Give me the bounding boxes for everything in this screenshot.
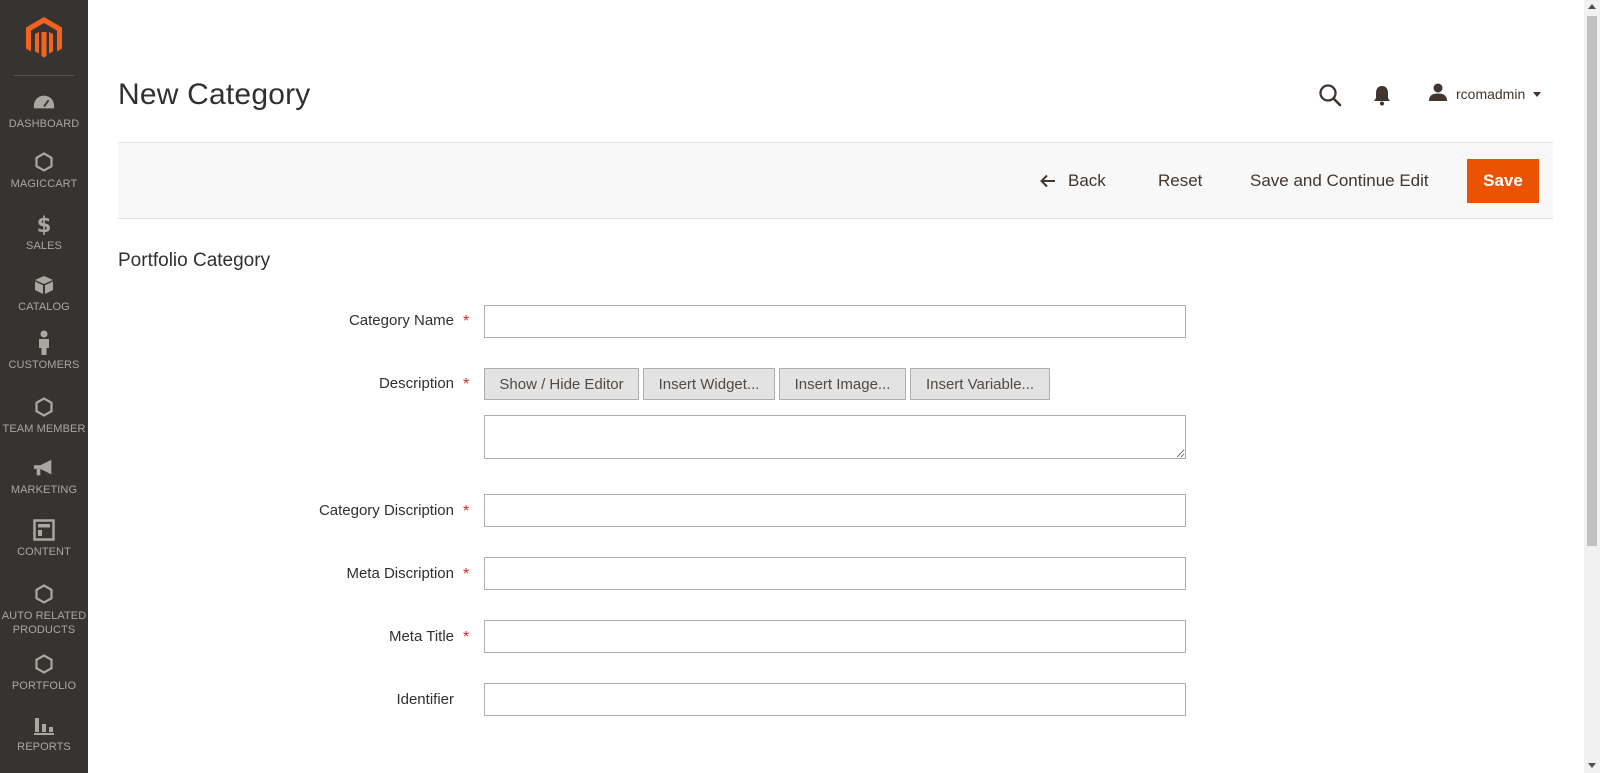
insert-variable-button[interactable]: Insert Variable... bbox=[910, 368, 1050, 400]
sidebar-item-content[interactable]: CONTENT bbox=[0, 519, 88, 559]
required-marker: * bbox=[463, 629, 470, 646]
hexagon-icon bbox=[33, 151, 55, 173]
page-actions-bar: Back Reset Save and Continue Edit Save bbox=[118, 142, 1553, 219]
required-marker: * bbox=[463, 566, 470, 583]
meta-description-label: Meta Discription bbox=[346, 565, 454, 582]
search-icon[interactable] bbox=[1318, 83, 1342, 107]
dollar-icon: $ bbox=[33, 213, 55, 235]
username-label: rcomadmin bbox=[1456, 86, 1526, 102]
required-marker: * bbox=[463, 313, 470, 330]
sidebar-item-marketing[interactable]: MARKETING bbox=[0, 457, 88, 497]
sidebar-item-label: DASHBOARD bbox=[8, 118, 80, 130]
identifier-input[interactable] bbox=[484, 683, 1186, 716]
meta-title-input[interactable] bbox=[484, 620, 1186, 653]
sidebar-item-label: AUTO RELATED PRODUCTS bbox=[1, 610, 87, 636]
description-label: Description bbox=[378, 375, 454, 392]
scroll-down-arrow-icon[interactable] bbox=[1588, 763, 1596, 768]
show-hide-editor-button[interactable]: Show / Hide Editor bbox=[484, 368, 639, 400]
save-and-continue-button[interactable]: Save and Continue Edit bbox=[1250, 159, 1429, 203]
sidebar-item-auto-related-products[interactable]: AUTO RELATED PRODUCTS bbox=[0, 583, 88, 637]
category-description-label: Category Discription bbox=[318, 502, 454, 519]
layout-icon bbox=[33, 519, 55, 541]
sidebar-item-customers[interactable]: CUSTOMERS bbox=[0, 330, 88, 372]
category-name-input[interactable] bbox=[484, 305, 1186, 338]
sidebar-item-reports[interactable]: REPORTS bbox=[0, 714, 88, 754]
sidebar-item-catalog[interactable]: CATALOG bbox=[0, 274, 88, 314]
sidebar-item-label: MAGICCART bbox=[10, 178, 78, 190]
hexagon-icon bbox=[33, 653, 55, 675]
meta-description-input[interactable] bbox=[484, 557, 1186, 590]
svg-text:$: $ bbox=[37, 213, 52, 235]
user-menu[interactable]: rcomadmin bbox=[1428, 82, 1542, 107]
sidebar-item-label: MARKETING bbox=[10, 484, 78, 496]
category-description-input[interactable] bbox=[484, 494, 1186, 527]
hexagon-icon bbox=[33, 583, 55, 605]
back-button-label: Back bbox=[1068, 171, 1106, 190]
sidebar-item-label: CONTENT bbox=[17, 546, 71, 558]
sidebar-item-label: SALES bbox=[26, 240, 62, 252]
required-marker: * bbox=[463, 503, 470, 520]
notification-bell-icon[interactable] bbox=[1372, 84, 1392, 106]
sidebar-item-label: REPORTS bbox=[17, 741, 71, 753]
logo-divider bbox=[14, 75, 74, 76]
identifier-label: Identifier bbox=[396, 691, 454, 708]
megaphone-icon bbox=[33, 457, 55, 479]
section-title: Portfolio Category bbox=[118, 250, 271, 271]
admin-sidebar: DASHBOARD MAGICCART $ SALES CATALOG CUST… bbox=[0, 0, 88, 773]
meta-title-label: Meta Title bbox=[388, 628, 454, 645]
hexagon-icon bbox=[33, 396, 55, 418]
sidebar-item-portfolio[interactable]: PORTFOLIO bbox=[0, 653, 88, 693]
bar-chart-icon bbox=[33, 714, 55, 736]
sidebar-item-label: CATALOG bbox=[18, 301, 70, 313]
scrollbar-thumb[interactable] bbox=[1587, 16, 1597, 546]
sidebar-item-label: PORTFOLIO bbox=[11, 680, 77, 692]
page-title: New Category bbox=[118, 78, 311, 111]
reset-button[interactable]: Reset bbox=[1158, 159, 1202, 203]
back-button[interactable]: Back bbox=[1040, 159, 1106, 203]
description-textarea[interactable] bbox=[484, 415, 1186, 459]
save-button[interactable]: Save bbox=[1467, 159, 1539, 203]
sidebar-item-sales[interactable]: $ SALES bbox=[0, 213, 88, 253]
sidebar-item-label: CUSTOMERS bbox=[8, 359, 80, 371]
magento-logo-icon[interactable] bbox=[0, 0, 88, 76]
sidebar-item-label: TEAM MEMBER bbox=[2, 423, 86, 435]
person-icon bbox=[33, 330, 55, 355]
dashboard-icon bbox=[33, 91, 55, 113]
insert-widget-button[interactable]: Insert Widget... bbox=[643, 368, 775, 400]
chevron-down-icon bbox=[1533, 91, 1542, 97]
user-icon bbox=[1428, 82, 1448, 107]
arrow-left-icon bbox=[1040, 174, 1055, 188]
box-icon bbox=[33, 274, 55, 296]
scroll-up-arrow-icon[interactable] bbox=[1588, 4, 1596, 9]
sidebar-item-dashboard[interactable]: DASHBOARD bbox=[0, 91, 88, 131]
insert-image-button[interactable]: Insert Image... bbox=[779, 368, 906, 400]
category-name-label: Category Name bbox=[348, 312, 454, 329]
required-marker: * bbox=[463, 376, 470, 393]
sidebar-item-magiccart[interactable]: MAGICCART bbox=[0, 151, 88, 191]
sidebar-item-team-member[interactable]: TEAM MEMBER bbox=[0, 396, 88, 436]
